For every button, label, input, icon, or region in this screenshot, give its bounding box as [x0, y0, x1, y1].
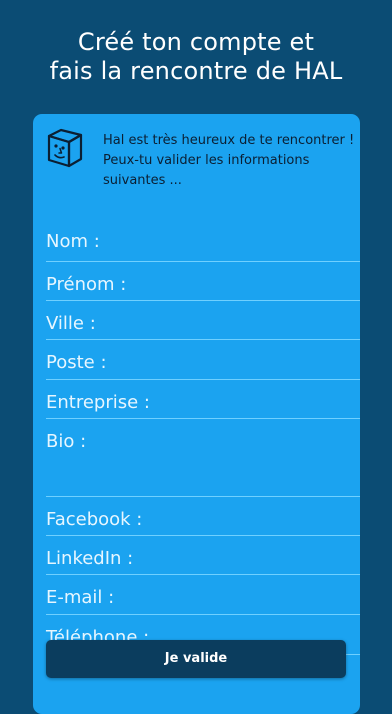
field-bio-label: Bio : — [46, 431, 87, 452]
hal-cube-face-icon — [47, 128, 83, 168]
field-nom: Nom : — [46, 222, 360, 262]
field-nom-label: Nom : — [46, 231, 100, 252]
field-email-label: E-mail : — [46, 587, 115, 608]
field-facebook: Facebook : — [46, 497, 360, 536]
field-bio: Bio : — [46, 419, 360, 497]
field-entreprise-label: Entreprise : — [46, 392, 150, 413]
field-prenom-label: Prénom : — [46, 274, 127, 295]
field-linkedin-label: LinkedIn : — [46, 548, 134, 569]
field-entreprise: Entreprise : — [46, 380, 360, 419]
ville-input[interactable] — [102, 307, 354, 335]
intro-message: Hal est très heureux de te rencontrer ! … — [103, 133, 355, 188]
page-title-line-1: Créé ton compte et — [77, 28, 315, 56]
field-poste: Poste : — [46, 340, 360, 380]
entreprise-input[interactable] — [156, 386, 354, 414]
linkedin-input[interactable] — [142, 542, 354, 570]
prenom-input[interactable] — [134, 268, 354, 296]
field-email: E-mail : — [46, 575, 360, 615]
field-facebook-label: Facebook : — [46, 509, 143, 530]
nom-input[interactable] — [106, 228, 354, 257]
field-ville: Ville : — [46, 301, 360, 340]
field-prenom: Prénom : — [46, 262, 360, 301]
poste-input[interactable] — [112, 346, 354, 375]
email-input[interactable] — [126, 581, 354, 610]
page-title-line-2: fais la rencontre de HAL — [49, 57, 343, 85]
field-ville-label: Ville : — [46, 313, 96, 334]
page-title: Créé ton compte et fais la rencontre de … — [0, 28, 392, 86]
field-poste-label: Poste : — [46, 352, 107, 373]
facebook-input[interactable] — [150, 503, 354, 531]
field-linkedin: LinkedIn : — [46, 536, 360, 575]
bio-input[interactable] — [94, 425, 354, 492]
submit-button[interactable]: Je valide — [46, 640, 346, 678]
signup-card: Hal est très heureux de te rencontrer ! … — [33, 114, 360, 714]
